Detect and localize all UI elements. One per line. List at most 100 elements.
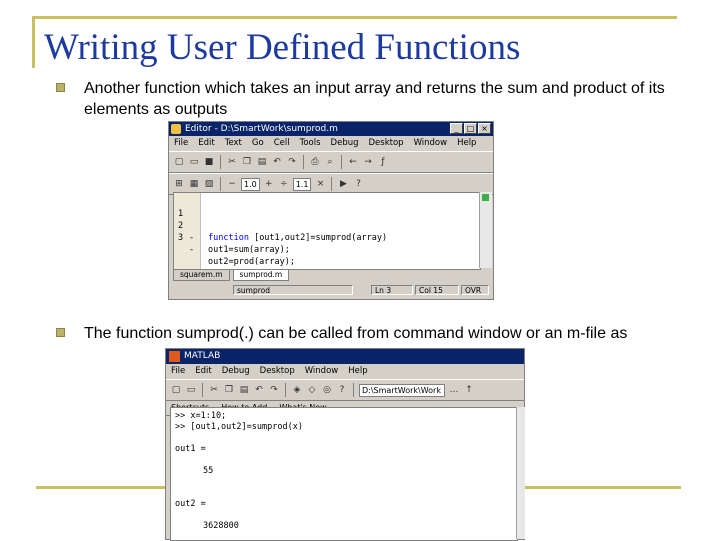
decrement-icon[interactable]: − — [226, 178, 238, 190]
redo-icon[interactable]: ↷ — [268, 384, 280, 396]
menu-help[interactable]: Help — [348, 364, 367, 379]
tab-squarem[interactable]: squarem.m — [173, 269, 230, 281]
editor-toolbar-1: ▢ ▭ ■ ✂ ❐ ▤ ↶ ↷ ⎙ ⌕ ← → ƒ — [169, 151, 493, 173]
guide-icon[interactable]: ◇ — [306, 384, 318, 396]
bullet-1-text: Another function which takes an input ar… — [84, 80, 665, 118]
paste-icon[interactable]: ▤ — [238, 384, 250, 396]
toolbar-separator — [285, 383, 286, 397]
matlab-titlebar: MATLAB — [166, 349, 524, 364]
editor-vertical-scrollbar[interactable] — [479, 192, 492, 268]
decor-line-left — [32, 16, 35, 68]
toolbar-separator — [303, 155, 304, 169]
output-label: out2 = — [175, 499, 206, 509]
editor-window: Editor - D:\SmartWork\sumprod.m _ □ × Fi… — [168, 121, 494, 300]
undo-icon[interactable]: ↶ — [271, 156, 283, 168]
menu-tools[interactable]: Tools — [300, 136, 321, 151]
close-button[interactable]: × — [478, 123, 491, 134]
increment-icon[interactable]: + — [263, 178, 275, 190]
bullet-1: Another function which takes an input ar… — [56, 78, 704, 120]
multiply-icon[interactable]: × — [314, 178, 326, 190]
code-line[interactable]: function [out1,out2]=sumprod(array) — [208, 232, 387, 244]
menu-text[interactable]: Text — [225, 136, 242, 151]
menu-desktop[interactable]: Desktop — [260, 364, 295, 379]
status-overwrite: OVR — [461, 285, 489, 295]
matlab-window: MATLAB File Edit Debug Desktop Window He… — [165, 348, 525, 541]
code-line[interactable]: out1=sum(array); — [208, 244, 290, 256]
run-icon[interactable]: ▶ — [337, 178, 349, 190]
menu-window[interactable]: Window — [305, 364, 339, 379]
up-folder-icon[interactable]: ↑ — [463, 384, 475, 396]
fx-icon[interactable]: ƒ — [377, 156, 389, 168]
find-icon[interactable]: ⌕ — [324, 156, 336, 168]
toolbar-separator — [202, 383, 203, 397]
output-label: out1 = — [175, 444, 206, 454]
new-file-icon[interactable]: ▢ — [173, 156, 185, 168]
menu-cell[interactable]: Cell — [274, 136, 290, 151]
open-folder-icon[interactable]: ▭ — [185, 384, 197, 396]
help-icon[interactable]: ? — [352, 178, 364, 190]
back-icon[interactable]: ← — [347, 156, 359, 168]
bullet-2-text: The function sumprod(.) can be called fr… — [84, 325, 628, 342]
matlab-logo-icon — [169, 351, 180, 362]
mlint-status-icon — [482, 194, 489, 201]
simulink-icon[interactable]: ◈ — [291, 384, 303, 396]
help-icon[interactable]: ? — [336, 384, 348, 396]
maximize-button[interactable]: □ — [464, 123, 477, 134]
menu-debug[interactable]: Debug — [331, 136, 359, 151]
cut-icon[interactable]: ✂ — [208, 384, 220, 396]
open-folder-icon[interactable]: ▭ — [188, 156, 200, 168]
toolbar-separator — [331, 177, 333, 191]
eval-cell-icon[interactable]: ▦ — [188, 178, 200, 190]
menu-debug[interactable]: Debug — [222, 364, 250, 379]
tab-sumprod[interactable]: sumprod.m — [232, 269, 290, 281]
line-number: 3 — [178, 233, 184, 243]
output-value: 3628800 — [203, 521, 239, 531]
save-icon[interactable]: ■ — [203, 156, 215, 168]
browse-folder-icon[interactable]: … — [448, 384, 460, 396]
menu-desktop[interactable]: Desktop — [369, 136, 404, 151]
editor-titlebar: Editor - D:\SmartWork\sumprod.m _ □ × — [169, 122, 493, 136]
command-window-scrollbar[interactable] — [516, 407, 525, 539]
undo-icon[interactable]: ↶ — [253, 384, 265, 396]
menu-file[interactable]: File — [174, 136, 188, 151]
code-editor[interactable]: 1 function [out1,out2]=sumprod(array) 2 … — [173, 192, 481, 270]
status-column: Col 15 — [415, 285, 459, 295]
editor-menubar: File Edit Text Go Cell Tools Debug Deskt… — [169, 136, 493, 151]
copy-icon[interactable]: ❐ — [223, 384, 235, 396]
profiler-icon[interactable]: ◎ — [321, 384, 333, 396]
increment-stepper-2[interactable]: 1.1 — [292, 177, 312, 191]
cell-mode-icon[interactable]: ⊞ — [173, 178, 185, 190]
breakpoint-marker[interactable]: - — [189, 244, 194, 256]
print-icon[interactable]: ⎙ — [309, 156, 321, 168]
copy-icon[interactable]: ❐ — [241, 156, 253, 168]
menu-edit[interactable]: Edit — [198, 136, 214, 151]
status-function-name: sumprod — [233, 285, 353, 295]
editor-status-bar: sumprod Ln 3 Col 15 OVR — [173, 284, 491, 297]
current-directory-input[interactable]: D:\SmartWork\Work — [359, 383, 445, 397]
cut-icon[interactable]: ✂ — [226, 156, 238, 168]
menu-help[interactable]: Help — [457, 136, 476, 151]
minimize-button[interactable]: _ — [450, 123, 463, 134]
command-line: >> [out1,out2]=sumprod(x) — [175, 422, 303, 432]
toolbar-separator — [341, 155, 342, 169]
new-file-icon[interactable]: ▢ — [170, 384, 182, 396]
forward-icon[interactable]: → — [362, 156, 374, 168]
toolbar-separator — [353, 383, 354, 397]
command-window[interactable]: >> x=1:10; >> [out1,out2]=sumprod(x) out… — [170, 407, 518, 541]
code-line[interactable]: out2=prod(array); — [208, 256, 295, 268]
decor-line-top — [32, 16, 677, 19]
bullet-marker — [56, 328, 65, 337]
divide-icon[interactable]: ÷ — [278, 178, 290, 190]
editor-tabs: squarem.m sumprod.m — [173, 269, 491, 281]
menu-edit[interactable]: Edit — [195, 364, 211, 379]
menu-window[interactable]: Window — [414, 136, 448, 151]
increment-stepper-1[interactable]: 1.0 — [241, 177, 260, 191]
editor-title: Editor - D:\SmartWork\sumprod.m — [185, 124, 338, 134]
toolbar-separator — [220, 177, 221, 191]
menu-go[interactable]: Go — [252, 136, 264, 151]
bullet-marker — [56, 83, 65, 92]
redo-icon[interactable]: ↷ — [286, 156, 298, 168]
paste-icon[interactable]: ▤ — [256, 156, 268, 168]
eval-advance-icon[interactable]: ▧ — [203, 178, 215, 190]
menu-file[interactable]: File — [171, 364, 185, 379]
